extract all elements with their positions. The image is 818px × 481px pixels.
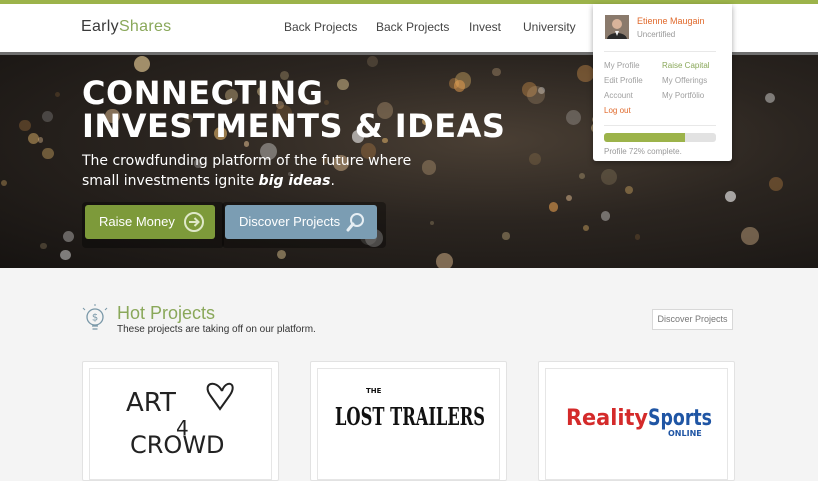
menu-item-my-offerings[interactable]: My Offerings <box>662 76 707 85</box>
section-subtitle: These projects are taking off on our pla… <box>117 324 316 335</box>
bokeh-light <box>0 179 8 187</box>
menu-item-raise-capital[interactable]: Raise Capital <box>662 61 710 70</box>
bokeh-light <box>54 92 60 98</box>
logo-text-the: THE <box>366 387 382 395</box>
user-name[interactable]: Etienne Maugain <box>637 16 705 26</box>
bokeh-light <box>579 172 586 179</box>
user-status: Uncertified <box>637 30 676 39</box>
bokeh-light <box>600 169 617 185</box>
raise-money-button[interactable]: Raise Money <box>85 205 215 239</box>
bokeh-light <box>725 190 737 202</box>
search-icon <box>345 211 367 246</box>
hero-subtitle-emphasis: big ideas <box>258 173 331 189</box>
divider <box>604 51 716 52</box>
reality-sports-logo: Reality Sports ONLINE <box>566 406 712 438</box>
bokeh-light <box>577 65 594 82</box>
project-card[interactable]: Reality Sports ONLINE <box>538 361 735 481</box>
raise-money-wrap: Raise Money <box>82 202 224 248</box>
bokeh-light <box>764 92 775 104</box>
project-card[interactable]: ART 4 CROWD <box>82 361 279 481</box>
arrow-right-circle-icon <box>183 211 205 246</box>
money-bulb-icon: $ <box>82 304 108 336</box>
bokeh-light <box>429 221 434 226</box>
logo-text-suffix: Shares <box>118 18 172 35</box>
lost-trailers-logo: THE LOST TRAILERS <box>335 387 485 431</box>
bokeh-light <box>582 225 589 231</box>
nav-back-projects[interactable]: Back Projects <box>284 20 357 34</box>
bokeh-light <box>60 249 71 260</box>
raise-money-label: Raise Money <box>99 214 175 229</box>
project-logo-frame: Reality Sports ONLINE <box>545 368 728 480</box>
bokeh-light <box>502 232 510 240</box>
menu-item-my-portfolio[interactable]: My Portfölio <box>662 91 704 100</box>
bokeh-light <box>41 110 53 122</box>
bokeh-light <box>133 55 150 72</box>
bokeh-light <box>19 119 32 132</box>
logo-text-reality: Reality <box>566 406 648 431</box>
bokeh-light <box>528 153 541 166</box>
discover-projects-label: Discover Projects <box>239 214 341 229</box>
art4crowd-logo: ART 4 CROWD <box>126 382 234 459</box>
avatar[interactable] <box>605 15 629 39</box>
profile-progress-bar <box>604 133 716 142</box>
bokeh-light <box>566 110 582 126</box>
bokeh-light <box>62 230 74 242</box>
hero-title: CONNECTING INVESTMENTS & IDEAS <box>82 74 506 145</box>
menu-item-log-out[interactable]: Log out <box>604 106 631 115</box>
logo-text-crowd: CROWD <box>130 431 225 459</box>
bokeh-light <box>741 227 760 245</box>
site-logo[interactable]: EarlyShares <box>81 18 171 36</box>
logo-text-online: ONLINE <box>668 429 702 438</box>
section-title: Hot Projects <box>117 303 216 323</box>
project-logo-frame: THE LOST TRAILERS <box>317 368 500 480</box>
bokeh-light <box>366 55 378 67</box>
bokeh-light <box>548 202 559 212</box>
divider <box>604 125 716 126</box>
logo-text-art: ART <box>126 388 176 418</box>
nav-invest[interactable]: Invest <box>469 20 501 34</box>
hero-subtitle-end: . <box>330 173 335 189</box>
discover-projects-wrap: Discover Projects <box>222 202 386 248</box>
bokeh-light <box>42 147 54 160</box>
logo-text-lost-trailers: LOST TRAILERS <box>335 402 485 431</box>
hero-subtitle: The crowdfunding platform of the future … <box>82 151 442 191</box>
project-logo-frame: ART 4 CROWD <box>89 368 272 480</box>
menu-item-account[interactable]: Account <box>604 91 633 100</box>
bokeh-light <box>436 252 453 268</box>
menu-item-my-profile[interactable]: My Profile <box>604 61 640 70</box>
bokeh-light <box>492 67 501 76</box>
logo-text-prefix: Early <box>81 18 119 35</box>
discover-projects-button[interactable]: Discover Projects <box>225 205 377 239</box>
bokeh-light <box>28 132 40 144</box>
bokeh-light <box>769 176 784 191</box>
discover-projects-small-button[interactable]: Discover Projects <box>652 309 733 330</box>
bokeh-light <box>634 234 641 240</box>
menu-item-edit-profile[interactable]: Edit Profile <box>604 76 643 85</box>
user-dropdown-menu: Etienne Maugain Uncertified My Profile E… <box>593 4 732 161</box>
profile-progress-text: Profile 72% complete. <box>604 147 682 156</box>
bokeh-light <box>277 250 287 260</box>
logo-text-sports: Sports <box>648 406 712 431</box>
nav-university[interactable]: University <box>523 20 576 34</box>
bokeh-light <box>40 242 47 250</box>
bokeh-light <box>625 186 633 195</box>
hero-subtitle-main: The crowdfunding platform of the future … <box>82 153 412 189</box>
svg-text:$: $ <box>92 313 98 324</box>
nav-back-projects-2[interactable]: Back Projects <box>376 20 449 34</box>
bokeh-light <box>565 194 572 201</box>
project-card[interactable]: THE LOST TRAILERS <box>310 361 507 481</box>
profile-progress-fill <box>604 133 685 142</box>
bokeh-light <box>600 211 610 221</box>
